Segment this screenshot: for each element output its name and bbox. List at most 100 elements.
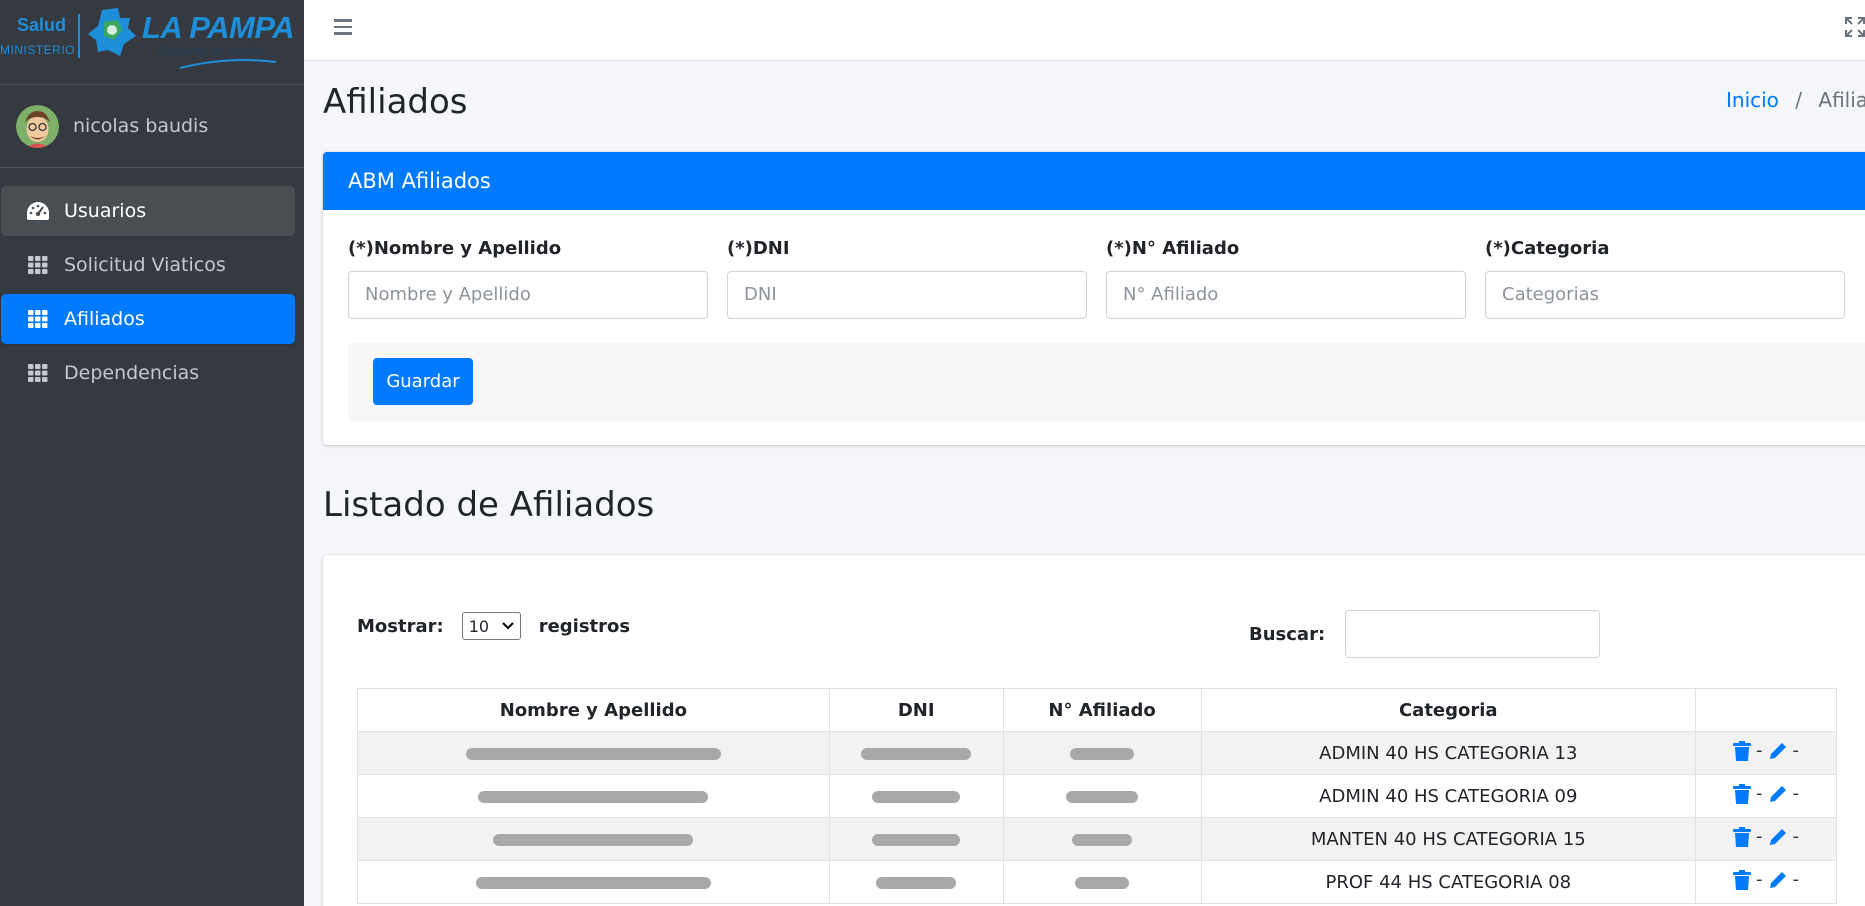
redacted-name: [357, 860, 830, 904]
action-separator: -: [1756, 826, 1763, 848]
afiliados-list-card: Mostrar: 10 registros Buscar: Nombre y A…: [323, 555, 1865, 906]
breadcrumb-divider: /: [1795, 88, 1803, 112]
row-actions: - -: [1695, 860, 1837, 904]
brand-tagline: Gobierno en Acción: [158, 44, 263, 58]
search-input[interactable]: [1345, 610, 1601, 658]
show-label: Mostrar:: [357, 615, 444, 637]
table-row[interactable]: MANTEN 40 HS CATEGORIA 15 - -: [357, 817, 1837, 861]
redacted-dni: [828, 860, 1004, 904]
table-row[interactable]: PROF 44 HS CATEGORIA 08 - -: [357, 860, 1837, 904]
trash-icon[interactable]: [1733, 826, 1752, 847]
field-dni: (*)DNI DNI: [727, 238, 1087, 319]
search-label: Buscar:: [1249, 623, 1326, 645]
topbar: [304, 0, 1865, 61]
nombre-input[interactable]: Nombre y Apellido: [348, 271, 708, 319]
action-separator: -: [1792, 783, 1800, 805]
grid-icon: [26, 308, 50, 330]
pencil-icon[interactable]: [1768, 827, 1788, 847]
card-header: ABM Afiliados: [323, 152, 1865, 210]
sidebar-item-dependencias[interactable]: Dependencias: [1, 348, 295, 398]
table-header-row: Nombre y Apellido DNI N° Afiliado Catego…: [357, 688, 1837, 732]
dashboard-icon: [26, 200, 50, 222]
column-header[interactable]: Nombre y Apellido: [357, 688, 830, 732]
search-control: Buscar:: [1249, 610, 1601, 658]
action-separator: -: [1756, 740, 1763, 762]
brand-salud: Salud: [17, 15, 67, 35]
afiliados-table: Nombre y Apellido DNI N° Afiliado Catego…: [357, 688, 1837, 904]
redacted-dni: [828, 817, 1004, 861]
breadcrumb: Inicio / Afiliados: [1726, 88, 1865, 112]
column-header[interactable]: N° Afiliado: [1002, 688, 1202, 732]
action-separator: -: [1756, 783, 1763, 805]
la-pampa-emblem-icon: [88, 8, 136, 56]
records-label: registros: [538, 615, 631, 637]
redacted-name: [357, 731, 830, 775]
sidebar-item-solicitud-viaticos[interactable]: Solicitud Viaticos: [1, 240, 295, 290]
page-length-select[interactable]: 10: [461, 612, 521, 640]
trash-icon[interactable]: [1733, 740, 1752, 761]
sidebar-item-label: Afiliados: [64, 308, 145, 330]
page-length-value: 10: [468, 616, 490, 636]
brand-ministerio: MINISTERIO: [0, 43, 76, 57]
field-afiliado: (*)N° Afiliado N° Afiliado: [1106, 238, 1466, 319]
brand-name: LA PAMPA: [142, 10, 295, 45]
row-actions: - -: [1695, 774, 1837, 818]
redacted-name: [357, 817, 830, 861]
action-separator: -: [1756, 869, 1763, 891]
action-separator: -: [1792, 869, 1800, 891]
grid-icon: [26, 362, 50, 384]
row-actions: - -: [1695, 817, 1837, 861]
sidebar-item-label: Usuarios: [64, 200, 147, 222]
hamburger-menu-icon[interactable]: [334, 16, 358, 38]
afiliado-input[interactable]: N° Afiliado: [1106, 271, 1466, 319]
brand-separator: [78, 14, 80, 58]
action-separator: -: [1792, 740, 1800, 762]
field-nombre: (*)Nombre y Apellido Nombre y Apellido: [348, 238, 708, 319]
sidebar-item-usuarios[interactable]: Usuarios: [1, 186, 295, 236]
redacted-afiliado: [1002, 731, 1202, 775]
fullscreen-icon[interactable]: [1844, 16, 1865, 38]
redacted-dni: [828, 774, 1004, 818]
categoria-select[interactable]: Categorias: [1485, 271, 1845, 319]
field-label: (*)Nombre y Apellido: [348, 238, 562, 259]
redacted-afiliado: [1002, 817, 1202, 861]
column-header[interactable]: Categoria: [1200, 688, 1697, 732]
sidebar: Salud MINISTERIO LA PAMPA Gobierno en Ac…: [0, 0, 304, 906]
field-label: (*)N° Afiliado: [1106, 238, 1240, 259]
row-actions: - -: [1695, 731, 1837, 775]
column-header: [1695, 688, 1837, 732]
action-separator: -: [1792, 826, 1800, 848]
redacted-afiliado: [1002, 774, 1202, 818]
redacted-afiliado: [1002, 860, 1202, 904]
sidebar-item-label: Solicitud Viaticos: [64, 254, 226, 276]
chevron-down-icon: [501, 622, 514, 630]
categoria-cell: PROF 44 HS CATEGORIA 08: [1200, 860, 1697, 904]
pencil-icon[interactable]: [1768, 870, 1788, 890]
dni-input[interactable]: DNI: [727, 271, 1087, 319]
avatar: [16, 104, 59, 148]
brand-logo[interactable]: Salud MINISTERIO LA PAMPA Gobierno en Ac…: [0, 0, 304, 85]
page-title: Afiliados: [323, 82, 468, 122]
redacted-dni: [828, 731, 1004, 775]
field-label: (*)Categoria: [1485, 238, 1610, 259]
list-title: Listado de Afiliados: [323, 485, 655, 525]
table-row[interactable]: ADMIN 40 HS CATEGORIA 09 - -: [357, 774, 1837, 818]
field-label: (*)DNI: [727, 238, 790, 259]
trash-icon[interactable]: [1733, 869, 1752, 890]
grid-icon: [26, 254, 50, 276]
pencil-icon[interactable]: [1768, 741, 1788, 761]
categoria-cell: MANTEN 40 HS CATEGORIA 15: [1200, 817, 1697, 861]
user-panel[interactable]: nicolas baudis: [0, 85, 304, 168]
sidebar-item-afiliados[interactable]: Afiliados: [1, 294, 295, 344]
sidebar-item-label: Dependencias: [64, 362, 200, 384]
trash-icon[interactable]: [1733, 783, 1752, 804]
pencil-icon[interactable]: [1768, 784, 1788, 804]
table-row[interactable]: ADMIN 40 HS CATEGORIA 13 - -: [357, 731, 1837, 775]
column-header[interactable]: DNI: [828, 688, 1004, 732]
breadcrumb-current: Afiliados: [1818, 88, 1865, 112]
save-button[interactable]: Guardar: [373, 358, 473, 405]
abm-afiliados-card: ABM Afiliados (*)Nombre y Apellido Nombr…: [323, 152, 1865, 445]
brand-swoosh-icon: [179, 59, 277, 69]
breadcrumb-home-link[interactable]: Inicio: [1726, 88, 1779, 112]
page-length-control: Mostrar: 10 registros: [357, 612, 630, 640]
